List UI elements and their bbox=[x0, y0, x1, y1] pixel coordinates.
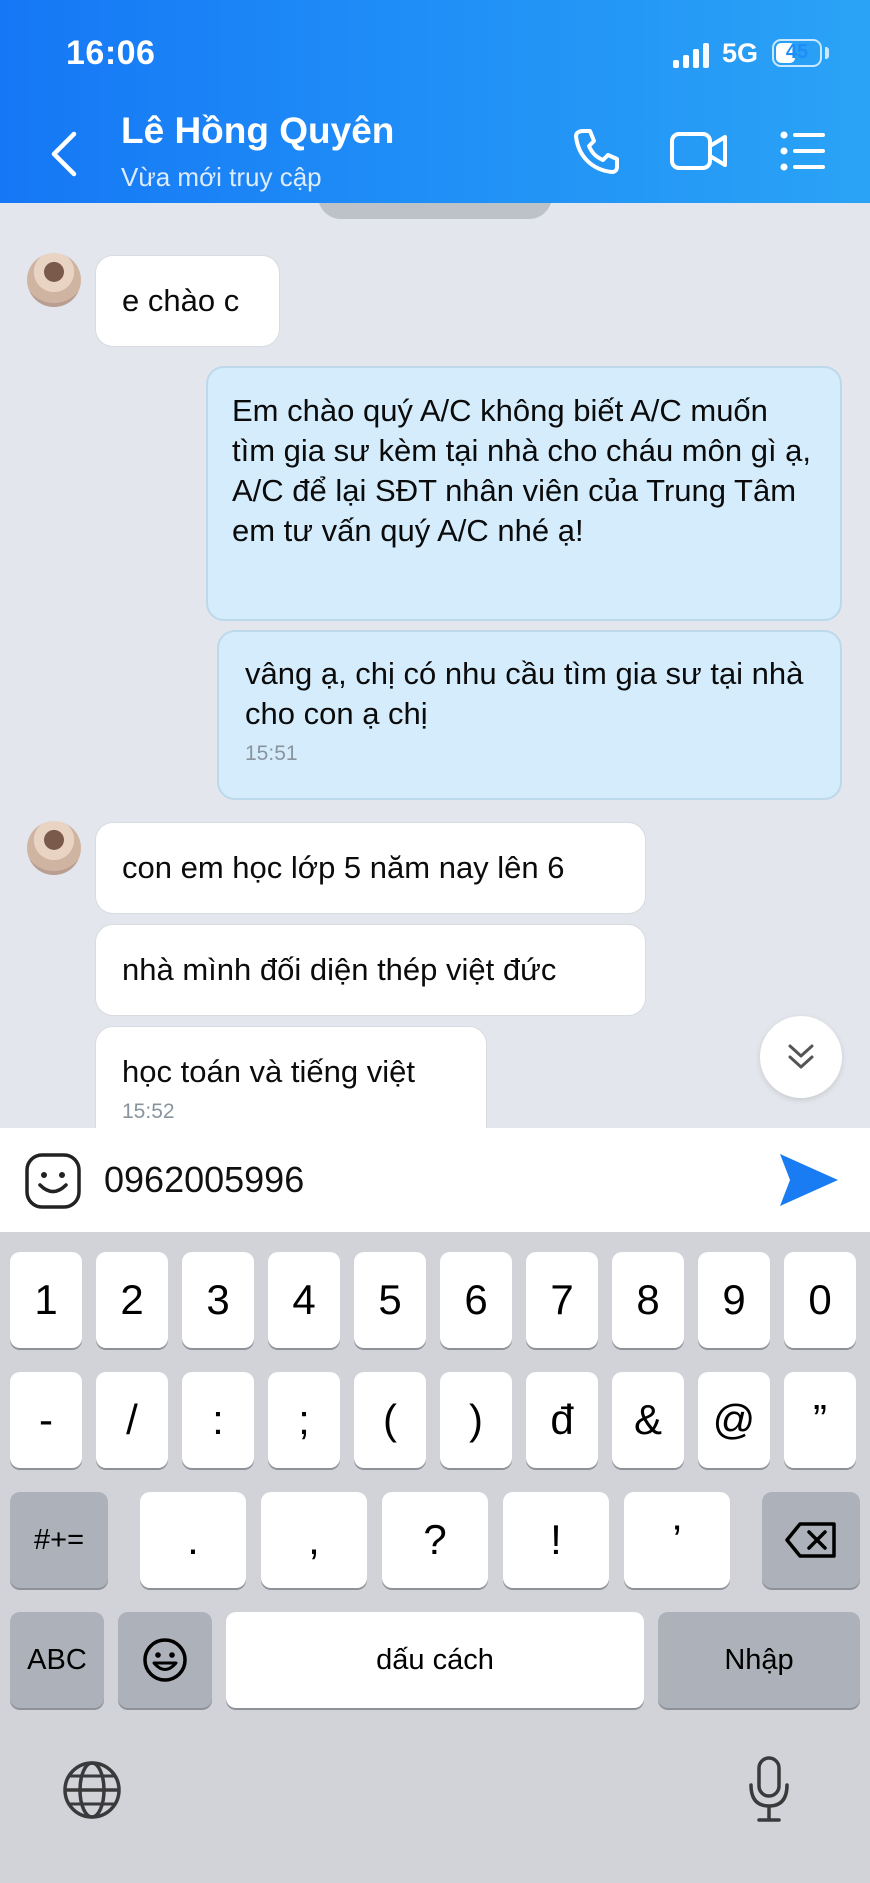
key-0[interactable]: 0 bbox=[784, 1252, 856, 1348]
phone-icon bbox=[574, 129, 619, 174]
key-semicolon[interactable]: ; bbox=[268, 1372, 340, 1468]
message-input[interactable] bbox=[104, 1150, 724, 1210]
message-timestamp: 15:52 bbox=[122, 1100, 175, 1123]
sticker-button[interactable] bbox=[24, 1152, 82, 1215]
message-bubble-outgoing[interactable]: Em chào quý A/C không biết A/C muốn tìm … bbox=[206, 366, 842, 621]
message-bubble-incoming[interactable]: nhà mình đối diện thép việt đức bbox=[95, 924, 646, 1016]
key-question[interactable]: ? bbox=[382, 1492, 488, 1588]
space-key[interactable]: dấu cách bbox=[226, 1612, 644, 1708]
key-quote[interactable]: ” bbox=[784, 1372, 856, 1468]
cellular-signal-icon bbox=[673, 42, 709, 68]
message-text: con em học lớp 5 năm nay lên 6 bbox=[122, 850, 565, 885]
composer-bar bbox=[0, 1128, 870, 1232]
send-arrow-icon bbox=[780, 1154, 838, 1206]
list-menu-icon bbox=[780, 131, 825, 171]
message-text: e chào c bbox=[122, 283, 240, 318]
message-timestamp: 15:51 bbox=[245, 742, 298, 765]
battery-level: 45 bbox=[785, 41, 809, 63]
contact-avatar[interactable] bbox=[27, 253, 81, 307]
chevron-left-icon bbox=[51, 131, 77, 177]
numeric-keyboard: 1 2 3 4 5 6 7 8 9 0 - / : ; ( ) đ & @ ” … bbox=[0, 1232, 870, 1883]
key-9[interactable]: 9 bbox=[698, 1252, 770, 1348]
sticker-smile-icon bbox=[25, 1153, 81, 1209]
key-symbols-mode[interactable]: #+= bbox=[10, 1492, 108, 1588]
options-menu-button[interactable] bbox=[778, 125, 828, 182]
key-8[interactable]: 8 bbox=[612, 1252, 684, 1348]
status-time: 16:06 bbox=[66, 34, 156, 72]
backspace-key[interactable] bbox=[762, 1492, 860, 1588]
date-separator-pill bbox=[318, 203, 552, 219]
message-text: Em chào quý A/C không biết A/C muốn tìm … bbox=[232, 393, 812, 548]
microphone-icon bbox=[749, 1756, 789, 1822]
message-bubble-outgoing[interactable]: vâng ạ, chị có nhu cầu tìm gia sư tại nh… bbox=[217, 630, 842, 800]
key-6[interactable]: 6 bbox=[440, 1252, 512, 1348]
key-exclamation[interactable]: ! bbox=[503, 1492, 609, 1588]
key-3[interactable]: 3 bbox=[182, 1252, 254, 1348]
battery-icon: 45 bbox=[772, 39, 822, 67]
return-key[interactable]: Nhập bbox=[658, 1612, 860, 1708]
key-period[interactable]: . bbox=[140, 1492, 246, 1588]
video-call-button[interactable] bbox=[668, 125, 730, 182]
contact-name[interactable]: Lê Hồng Quyên bbox=[121, 110, 394, 152]
back-button[interactable] bbox=[40, 124, 90, 184]
emoji-icon bbox=[143, 1638, 187, 1682]
scroll-to-bottom-button[interactable] bbox=[760, 1016, 842, 1098]
network-type: 5G bbox=[722, 38, 759, 68]
emoji-key[interactable] bbox=[118, 1612, 212, 1708]
key-d-stroke[interactable]: đ bbox=[526, 1372, 598, 1468]
globe-icon bbox=[63, 1761, 121, 1819]
key-hyphen[interactable]: - bbox=[10, 1372, 82, 1468]
contact-avatar[interactable] bbox=[27, 821, 81, 875]
message-text: nhà mình đối diện thép việt đức bbox=[122, 952, 557, 987]
message-text: vâng ạ, chị có nhu cầu tìm gia sư tại nh… bbox=[245, 656, 804, 731]
key-ampersand[interactable]: & bbox=[612, 1372, 684, 1468]
message-bubble-incoming[interactable]: học toán và tiếng việt 15:52 bbox=[95, 1026, 487, 1128]
key-4[interactable]: 4 bbox=[268, 1252, 340, 1348]
key-abc[interactable]: ABC bbox=[10, 1612, 104, 1708]
message-text: học toán và tiếng việt bbox=[122, 1054, 415, 1089]
key-5[interactable]: 5 bbox=[354, 1252, 426, 1348]
key-comma[interactable]: , bbox=[261, 1492, 367, 1588]
message-bubble-incoming[interactable]: con em học lớp 5 năm nay lên 6 bbox=[95, 822, 646, 914]
presence-status: Vừa mới truy cập bbox=[121, 162, 322, 192]
chat-header: 16:06 5G 45 Lê Hồng Quyên Vừa mới truy c… bbox=[0, 0, 870, 203]
key-slash[interactable]: / bbox=[96, 1372, 168, 1468]
key-7[interactable]: 7 bbox=[526, 1252, 598, 1348]
double-chevron-down-icon bbox=[788, 1044, 814, 1069]
key-1[interactable]: 1 bbox=[10, 1252, 82, 1348]
key-open-paren[interactable]: ( bbox=[354, 1372, 426, 1468]
key-colon[interactable]: : bbox=[182, 1372, 254, 1468]
video-camera-icon bbox=[670, 132, 727, 170]
key-at[interactable]: @ bbox=[698, 1372, 770, 1468]
message-bubble-incoming[interactable]: e chào c bbox=[95, 255, 280, 347]
key-close-paren[interactable]: ) bbox=[440, 1372, 512, 1468]
key-2[interactable]: 2 bbox=[96, 1252, 168, 1348]
key-apostrophe[interactable]: ’ bbox=[624, 1492, 730, 1588]
send-button[interactable] bbox=[776, 1150, 842, 1215]
dictation-button[interactable] bbox=[746, 1755, 792, 1830]
backspace-icon bbox=[785, 1522, 836, 1558]
call-button[interactable] bbox=[570, 125, 622, 182]
message-list[interactable]: e chào c Em chào quý A/C không biết A/C … bbox=[0, 203, 870, 1128]
keyboard-switch-button[interactable] bbox=[61, 1759, 123, 1826]
battery-tip bbox=[825, 47, 829, 59]
